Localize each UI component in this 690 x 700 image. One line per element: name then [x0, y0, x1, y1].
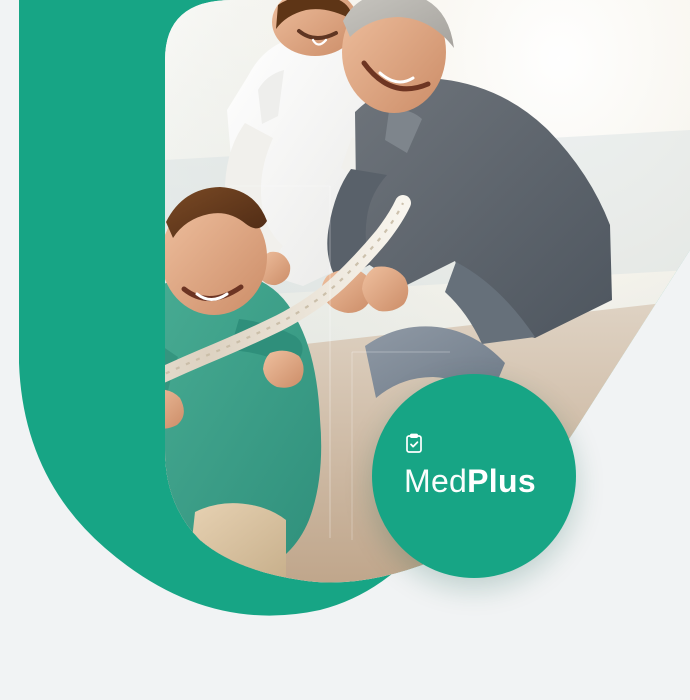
logo-badge: MedPlus — [372, 374, 576, 578]
marketing-cover: MedPlus — [0, 0, 690, 700]
hero-artwork — [0, 0, 690, 700]
brand-wordmark: MedPlus — [404, 465, 536, 497]
brand-name-light: Med — [404, 463, 468, 499]
brand-name-bold: Plus — [467, 463, 536, 499]
clipboard-check-icon — [406, 433, 422, 453]
brand-logo: MedPlus — [404, 432, 554, 512]
